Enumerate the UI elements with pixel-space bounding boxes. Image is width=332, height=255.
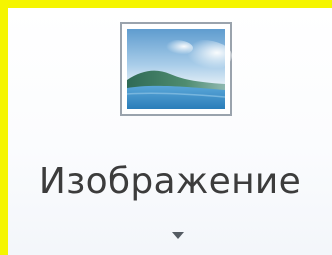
chevron-down-icon[interactable] xyxy=(172,232,184,240)
picture-icon xyxy=(120,22,232,116)
picture-button-label: Изображение xyxy=(38,161,302,202)
insert-picture-button[interactable]: Изображение xyxy=(8,8,332,255)
ribbon-panel: Изображение xyxy=(8,8,332,255)
